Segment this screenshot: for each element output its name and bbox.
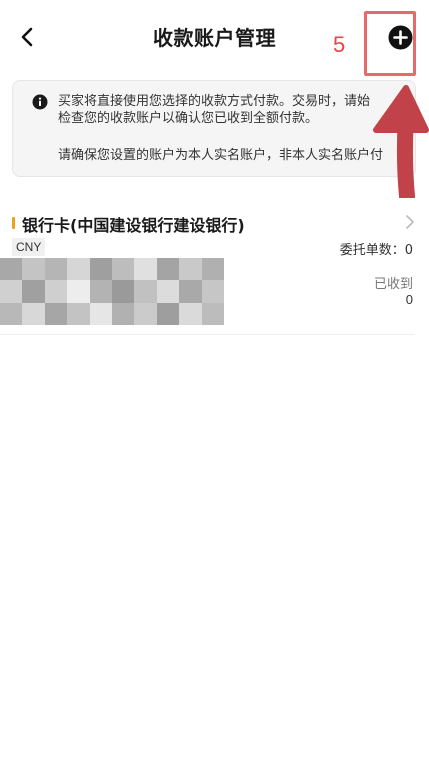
page-title: 收款账户管理: [153, 26, 276, 50]
chevron-right-icon: [406, 215, 414, 229]
notice-line-3: 请确保您设置的账户为本人实名账户，非本人实名账户付: [58, 148, 384, 163]
step-number-annotation: 5: [333, 32, 346, 57]
add-account-button[interactable]: [388, 25, 413, 50]
info-icon: [32, 94, 48, 110]
notice-line-1: 买家将直接使用您选择的收款方式付款。交易时，请始: [58, 94, 371, 109]
order-count-label: 委托单数：0: [339, 243, 413, 258]
account-accent-bar: [12, 217, 15, 229]
notice-line-2: 检查您的收款账户以确认您已收到全额付款。: [58, 111, 319, 126]
account-title: 银行卡(中国建设银行建设银行): [22, 216, 245, 235]
divider: [0, 334, 415, 335]
top-bar: 收款账户管理 5: [0, 0, 429, 76]
currency-badge: CNY: [12, 238, 46, 256]
plus-circle-icon: [388, 25, 413, 50]
received-value: 0: [405, 292, 413, 307]
info-notice: 买家将直接使用您选择的收款方式付款。交易时，请始 检查您的收款账户以确认您已收到…: [12, 80, 416, 177]
account-card[interactable]: 银行卡(中国建设银行建设银行) CNY 委托单数：0 已收到 0: [0, 205, 429, 335]
redacted-account-number: [0, 258, 224, 325]
received-label: 已收到: [373, 277, 413, 292]
